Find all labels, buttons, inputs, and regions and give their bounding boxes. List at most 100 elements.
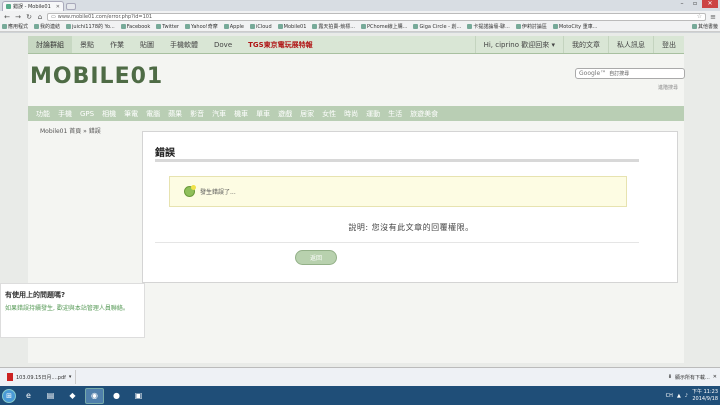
category-item[interactable]: 時尚	[340, 109, 362, 119]
nav-item[interactable]: 景點	[72, 36, 102, 53]
bookmark-icon	[2, 24, 7, 29]
chrome-icon[interactable]: ◉	[85, 387, 104, 404]
language-indicator[interactable]: CH	[666, 393, 673, 399]
bookmark-item[interactable]: Twitter	[156, 24, 179, 30]
category-item[interactable]: 居家	[296, 109, 318, 119]
bookmark-star-icon[interactable]: ☆	[697, 13, 702, 20]
category-item[interactable]: 蘋果	[164, 109, 186, 119]
help-text[interactable]: 如果錯誤持續發生, 歡迎與本站管理人員聯絡。	[5, 303, 141, 314]
bookmark-item[interactable]: 應用程式	[2, 23, 28, 30]
nav-item[interactable]: 作業	[102, 36, 132, 53]
download-item[interactable]: 103.09.15日月....pdf ▾	[3, 370, 77, 384]
reload-icon[interactable]: ↻	[25, 13, 33, 21]
user-nav: Hi, ciprino 歡迎回來 ▾ 我的文章 私人訊息 登出	[474, 36, 684, 53]
bookmark-item[interactable]: Giga Circle - 創...	[413, 23, 461, 30]
bookmark-item[interactable]: Yahoo!奇摩	[185, 23, 218, 30]
browser-tab[interactable]: 錯誤 - Mobile01 ✕	[2, 1, 64, 11]
error-card: 錯誤 發生錯誤了... 說明: 您沒有此文章的回覆權限。 返回	[142, 131, 678, 283]
bookmark-item[interactable]: juichi1178的 Yo...	[66, 23, 115, 30]
advanced-search-link[interactable]: 進階搜尋	[658, 84, 678, 91]
nav-item[interactable]: 討論群組	[28, 36, 72, 53]
header: MOBILE01 Google™ 自訂搜尋 進階搜尋	[28, 54, 685, 106]
category-item[interactable]: 汽車	[208, 109, 230, 119]
app-icon[interactable]: ▣	[129, 388, 148, 404]
new-tab-button[interactable]	[66, 3, 76, 10]
show-all-downloads[interactable]: ⬇ 顯示所有下載... ✕	[668, 374, 717, 381]
close-icon[interactable]: ✕	[713, 374, 717, 380]
bookmarks-bar: 應用程式 我的連結 juichi1178的 Yo... Facebook Twi…	[0, 22, 720, 32]
bookmark-item[interactable]: Mobile01	[277, 24, 306, 30]
line-icon[interactable]: ●	[107, 388, 126, 404]
search-input[interactable]: Google™ 自訂搜尋	[575, 68, 685, 79]
divider	[155, 242, 639, 243]
category-item[interactable]: 旅遊美食	[406, 109, 442, 119]
home-icon[interactable]: ⌂	[36, 13, 44, 21]
ie-icon[interactable]: e	[19, 388, 38, 404]
close-window-icon[interactable]: ✕	[702, 0, 718, 8]
browser-titlebar: 錯誤 - Mobile01 ✕ – ▫ ✕	[0, 0, 720, 11]
category-item[interactable]: 筆電	[120, 109, 142, 119]
folder-icon[interactable]: ▤	[41, 388, 60, 404]
nav-item[interactable]: Dove	[206, 36, 240, 53]
window-controls: – ▫ ✕	[676, 0, 718, 8]
bookmark-item[interactable]: Facebook	[120, 24, 150, 30]
address-bar[interactable]: ▭ www.mobile01.com/error.php?id=101 ☆	[47, 12, 706, 21]
google-brand: Google™	[579, 70, 607, 77]
web-page: 討論群組 景點 作業 貼圖 手機軟體 Dove TGS東京電玩展特報 Hi, c…	[0, 33, 720, 367]
maximize-icon[interactable]: ▫	[689, 0, 701, 8]
windows-taskbar: ⊞ e ▤ ◆ ◉ ● ▣ CH ▲ ♪ 下午 11:23 2014/9/18	[0, 386, 720, 405]
network-icon[interactable]: ▲	[677, 393, 681, 399]
minimize-icon[interactable]: –	[676, 0, 688, 8]
tab-close-icon[interactable]: ✕	[56, 4, 60, 10]
bookmark-item[interactable]: 卡提諾論壇-聊...	[467, 23, 510, 30]
start-button-icon[interactable]: ⊞	[2, 388, 16, 403]
help-title: 有使用上的問題嗎?	[5, 291, 66, 299]
category-item[interactable]: 生活	[384, 109, 406, 119]
forward-arrow-icon[interactable]: →	[14, 13, 22, 21]
volume-icon[interactable]: ♪	[685, 393, 688, 399]
user-menu[interactable]: Hi, ciprino 歡迎回來 ▾	[474, 36, 563, 53]
bookmark-item[interactable]: MotoCity 重車...	[552, 23, 597, 30]
bookmark-icon	[467, 24, 473, 29]
bookmark-item[interactable]: 露天拍賣-競標...	[312, 23, 355, 30]
nav-item[interactable]: 貼圖	[132, 36, 162, 53]
bookmark-item[interactable]: Apple	[223, 24, 244, 30]
category-item[interactable]: GPS	[76, 110, 98, 118]
category-item[interactable]: 女性	[318, 109, 340, 119]
nav-item-tgs[interactable]: TGS東京電玩展特報	[240, 36, 321, 53]
bookmark-icon	[515, 24, 521, 29]
back-button[interactable]: 返回	[295, 250, 337, 265]
category-item[interactable]: 手機	[54, 109, 76, 119]
category-item[interactable]: 機車	[230, 109, 252, 119]
private-messages-link[interactable]: 私人訊息	[608, 36, 653, 53]
page-icon: ▭	[51, 13, 56, 20]
category-item[interactable]: 相機	[98, 109, 120, 119]
clock[interactable]: 下午 11:23 2014/9/18	[692, 389, 718, 403]
site-logo[interactable]: MOBILE01	[30, 64, 163, 89]
other-bookmarks[interactable]: 其他書籤	[691, 23, 718, 30]
nav-item[interactable]: 手機軟體	[162, 36, 206, 53]
back-arrow-icon[interactable]: ←	[3, 13, 11, 21]
category-item[interactable]: 單車	[252, 109, 274, 119]
category-navigation: 功能 手機 GPS 相機 筆電 電腦 蘋果 影音 汽車 機車 單車 遊戲 居家 …	[28, 106, 684, 121]
app-icon[interactable]: ◆	[63, 388, 82, 404]
bookmark-item[interactable]: 我的連結	[34, 23, 60, 30]
tab-title: 錯誤 - Mobile01	[13, 4, 51, 10]
bookmark-item[interactable]: PChome線上購...	[360, 23, 407, 30]
bookmark-item[interactable]: iCloud	[249, 24, 272, 30]
bookmark-icon	[120, 24, 126, 29]
bookmark-item[interactable]: 伊莉討論區	[515, 23, 547, 30]
bookmark-icon	[223, 24, 229, 29]
category-item[interactable]: 影音	[186, 109, 208, 119]
category-item[interactable]: 電腦	[142, 109, 164, 119]
chevron-down-icon[interactable]: ▾	[69, 374, 72, 380]
my-posts-link[interactable]: 我的文章	[563, 36, 608, 53]
menu-icon[interactable]: ≡	[709, 13, 717, 21]
category-item[interactable]: 功能	[32, 109, 54, 119]
category-item[interactable]: 遊戲	[274, 109, 296, 119]
system-tray: CH ▲ ♪ 下午 11:23 2014/9/18	[666, 389, 718, 403]
breadcrumb[interactable]: Mobile01 首頁 » 錯誤	[40, 126, 101, 135]
category-item[interactable]: 運動	[362, 109, 384, 119]
bookmark-icon	[34, 24, 40, 29]
logout-link[interactable]: 登出	[653, 36, 684, 53]
